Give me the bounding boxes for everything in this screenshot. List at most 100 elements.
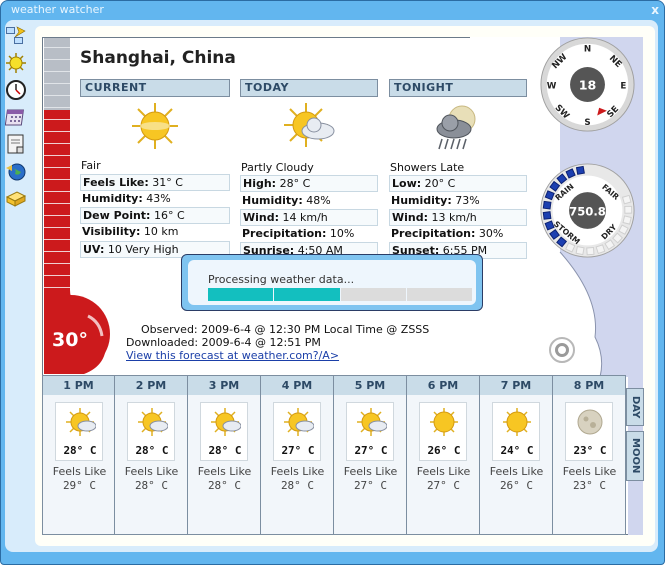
- hour-label: 5 PM: [334, 376, 406, 395]
- thermometer-tick: [44, 71, 70, 72]
- hourly-column: 4 PM 27° C Feels Like 28° C: [261, 375, 334, 535]
- sunny-icon: [430, 408, 458, 436]
- compass-s: S: [584, 118, 590, 128]
- feels-like-label: Feels Like: [343, 465, 398, 478]
- thermometer-tick: [44, 143, 70, 144]
- feels-like-value: 27° C: [353, 479, 388, 492]
- progress-message: Processing weather data...: [208, 273, 355, 286]
- feels-like-label: Feels Like: [270, 465, 325, 478]
- thermometer-tick: [44, 83, 70, 84]
- hour-label: 4 PM: [261, 376, 333, 395]
- hour-icon-box: 27° C: [346, 402, 394, 461]
- hourly-column: 8 PM 23° C Feels Like 23° C: [553, 375, 626, 535]
- moon-icon: [577, 409, 603, 435]
- tonight-low: Low: 20° C: [389, 175, 527, 192]
- thermometer-tick: [44, 155, 70, 156]
- thermometer-tick: [44, 179, 70, 180]
- toolbox-icon: [5, 191, 27, 207]
- progress-segment: [274, 288, 340, 301]
- wind-compass: 18 N NE E SE S SW W NW: [540, 37, 635, 132]
- barometer: 750.8 RAIN FAIR DRY STORM: [540, 163, 635, 258]
- hourly-column: 7 PM 24° C Feels Like 26° C: [480, 375, 553, 535]
- today-high: High: 28° C: [240, 175, 378, 192]
- tonight-humidity: Humidity: 73%: [391, 194, 480, 207]
- calendar-button[interactable]: [5, 106, 27, 128]
- hour-temperature: 27° C: [354, 444, 388, 457]
- thermometer-tick: [44, 215, 70, 216]
- feels-like-label: Feels Like: [197, 465, 252, 478]
- feels-like-value: 27° C: [426, 479, 461, 492]
- locations-icon: [6, 26, 26, 44]
- tab-moon[interactable]: MOON: [626, 431, 644, 481]
- tab-day[interactable]: DAY: [626, 388, 644, 426]
- partly-cloudy-icon: [284, 408, 314, 436]
- thermometer-tick: [44, 191, 70, 192]
- forecast-link-row: View this forecast at weather.com?/A>: [126, 349, 339, 362]
- current-humidity: Humidity: 43%: [82, 192, 171, 205]
- progress-segment: [406, 288, 472, 301]
- hourly-column: 5 PM 27° C Feels Like 27° C: [334, 375, 407, 535]
- report-button[interactable]: [5, 133, 27, 155]
- tonight-header: TONIGHT: [389, 79, 527, 97]
- today-condition: Partly Cloudy: [241, 161, 314, 174]
- hour-icon-box: 27° C: [273, 402, 321, 461]
- sidebar: [5, 25, 33, 214]
- refresh-icon: [555, 343, 569, 357]
- partly-cloudy-icon: [138, 408, 168, 436]
- toolbox-button[interactable]: [5, 187, 27, 209]
- barometer-segment: [542, 200, 552, 210]
- partly-cloudy-icon: [211, 408, 241, 436]
- locations-button[interactable]: [5, 25, 27, 47]
- globe-button[interactable]: [5, 160, 27, 182]
- feels-like-value: 26° C: [499, 479, 534, 492]
- refresh-button[interactable]: [549, 337, 575, 363]
- barometer-segment: [595, 244, 606, 255]
- feels-like-label: Feels Like: [52, 465, 107, 478]
- wind-speed: 18: [579, 77, 597, 92]
- weather-button[interactable]: [5, 52, 27, 74]
- hour-label: 3 PM: [188, 376, 260, 395]
- weather-com-link[interactable]: View this forecast at weather.com?/A>: [126, 349, 339, 362]
- sun-icon: [6, 53, 26, 73]
- hour-icon-box: 28° C: [127, 402, 175, 461]
- compass-w: W: [547, 81, 557, 91]
- close-button[interactable]: x: [651, 3, 659, 17]
- hour-temperature: 28° C: [135, 444, 169, 457]
- hourly-column: 6 PM 26° C Feels Like 27° C: [407, 375, 480, 535]
- thermometer-tick: [44, 239, 70, 240]
- globe-icon: [6, 163, 26, 181]
- hourly-column: 2 PM 28° C Feels Like 28° C: [115, 375, 188, 535]
- hour-temperature: 28° C: [208, 444, 242, 457]
- thermometer-tick: [44, 227, 70, 228]
- thermometer-empty: [44, 38, 70, 110]
- hour-label: 7 PM: [480, 376, 552, 395]
- thermometer-tick: [44, 107, 70, 108]
- current-feels-like: Feels Like: 31° C: [80, 174, 230, 191]
- thermometer-tick: [44, 251, 70, 252]
- thermometer-tick: [44, 95, 70, 96]
- hour-icon-box: 28° C: [55, 402, 103, 461]
- downloaded-time: Downloaded: 2009-6-4 @ 12:51 PM: [126, 336, 321, 349]
- progress-bar: [208, 288, 472, 301]
- hour-icon-box: 24° C: [492, 402, 540, 461]
- barometer-segment: [575, 165, 585, 175]
- barometer-segment: [622, 215, 632, 225]
- current-temperature: 30°: [52, 329, 88, 351]
- feels-like-value: 23° C: [572, 479, 607, 492]
- feels-like-value: 29° C: [62, 479, 97, 492]
- barometer-segment: [586, 246, 595, 256]
- hour-label: 8 PM: [553, 376, 625, 395]
- clock-button[interactable]: [5, 79, 27, 101]
- today-precipitation: Precipitation: 10%: [242, 227, 355, 240]
- today-humidity: Humidity: 48%: [242, 194, 331, 207]
- partly-cloudy-icon: [357, 408, 387, 436]
- fair-icon: [132, 103, 178, 149]
- title-bar[interactable]: weather watcher x: [1, 1, 664, 21]
- barometer-segment: [621, 194, 632, 205]
- calendar-icon: [5, 109, 25, 126]
- window-title: weather watcher: [11, 3, 104, 16]
- current-visibility: Visibility: 10 km: [82, 225, 179, 238]
- thermometer-tick: [44, 263, 70, 264]
- progress-segment: [208, 288, 274, 301]
- partly-cloudy-icon: [66, 408, 96, 436]
